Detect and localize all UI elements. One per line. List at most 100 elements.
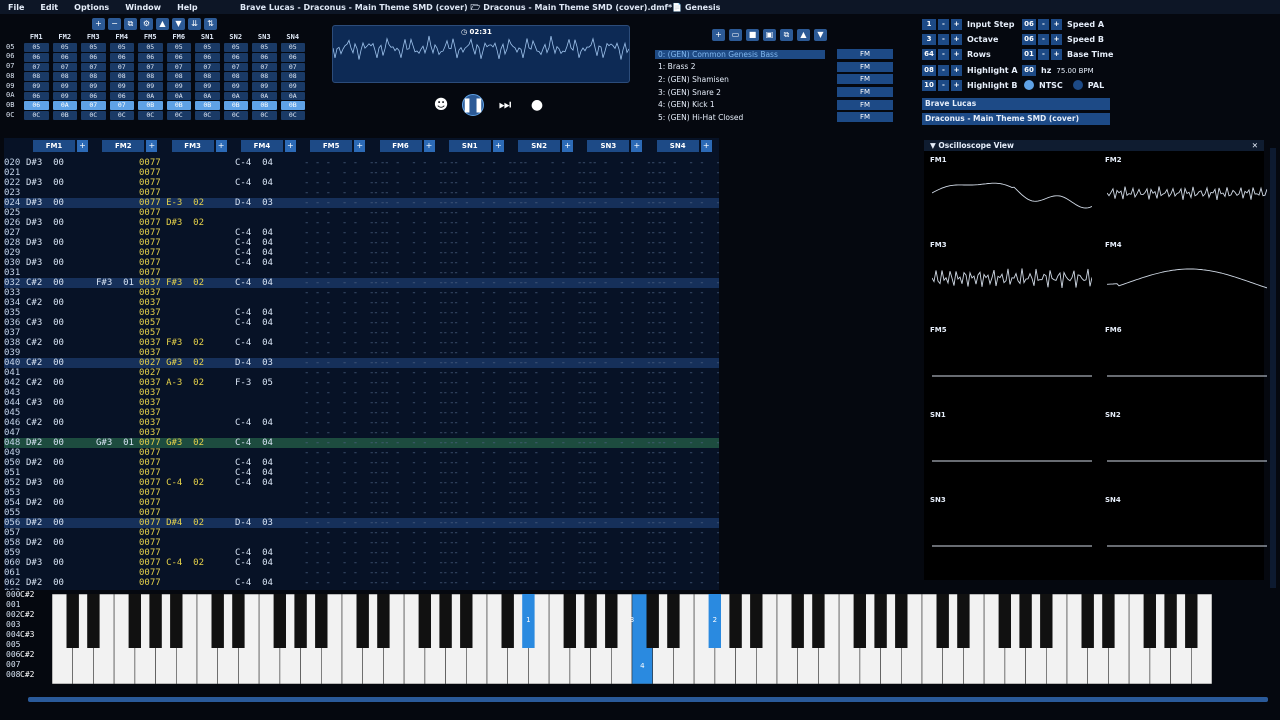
order-cell[interactable]: 08 bbox=[166, 72, 191, 82]
base-time-value[interactable]: 01 bbox=[1022, 49, 1036, 60]
order-cell[interactable]: 0C bbox=[280, 111, 305, 120]
pattern-cell[interactable]: C-4 04 bbox=[235, 178, 273, 188]
plus-button[interactable]: + bbox=[951, 49, 962, 60]
empty-cell[interactable]: - - - - - - - bbox=[651, 198, 720, 208]
minus-button[interactable]: - bbox=[938, 34, 949, 45]
empty-cell[interactable]: - - - - - - - bbox=[651, 578, 720, 588]
duplicate-order-icon[interactable]: ⧉ bbox=[124, 18, 137, 30]
pattern-cell[interactable]: 0057 bbox=[139, 328, 161, 338]
piano-keyboard[interactable]: 1 3 2 4 bbox=[51, 593, 1213, 685]
order-cell[interactable]: 05 bbox=[52, 43, 77, 52]
pattern-cell[interactable]: 0077 bbox=[139, 178, 161, 188]
open-folder-icon[interactable]: ▭ bbox=[729, 29, 742, 41]
order-cell[interactable]: 06 bbox=[24, 91, 49, 101]
empty-cell[interactable]: - - - - - - - bbox=[651, 288, 720, 298]
empty-cell[interactable]: - - - - - - - bbox=[651, 468, 720, 478]
pattern-cell[interactable]: D-4 03 bbox=[235, 198, 273, 208]
channel-name[interactable]: FM6 bbox=[379, 140, 422, 152]
order-cell[interactable]: 0C bbox=[195, 111, 220, 120]
duplicate-instrument-icon[interactable]: ⧉ bbox=[780, 29, 793, 41]
empty-cell[interactable]: - - - - - - - bbox=[651, 328, 720, 338]
pal-radio[interactable] bbox=[1072, 80, 1083, 90]
empty-cell[interactable]: - - - - - - - bbox=[651, 258, 720, 268]
order-cell[interactable]: 0C bbox=[138, 111, 163, 120]
order-cell[interactable]: 09 bbox=[195, 82, 220, 91]
pattern-row[interactable]: 030 D#3 00 0077 C-4 04- - - - - - -- - - - … bbox=[4, 258, 719, 268]
instrument-row[interactable]: 0: (GEN) Common Genesis Bass FM bbox=[655, 48, 905, 61]
menu-edit[interactable]: Edit bbox=[32, 3, 66, 12]
pattern-cell[interactable]: 0037 bbox=[139, 428, 161, 438]
piano-black-key[interactable] bbox=[853, 594, 866, 648]
order-cell[interactable]: 09 bbox=[52, 91, 77, 101]
pattern-row[interactable]: 023 0077- - - - - - -- - - - - - -- - - -… bbox=[4, 188, 719, 198]
pattern-row[interactable]: 051 0077 C-4 04- - - - - - -- - - - - - --… bbox=[4, 468, 719, 478]
order-cell[interactable]: 09 bbox=[81, 82, 106, 91]
order-cell[interactable]: 07 bbox=[24, 62, 49, 72]
pattern-cell[interactable]: 0037 bbox=[139, 298, 161, 308]
channel-expand-button[interactable]: + bbox=[631, 140, 643, 152]
order-cell[interactable]: 07 bbox=[280, 62, 305, 72]
plus-button[interactable]: + bbox=[1051, 19, 1062, 30]
empty-cell[interactable]: - - - - - - - bbox=[651, 388, 720, 398]
empty-cell[interactable]: - - - - - - - bbox=[651, 368, 720, 378]
piano-black-key[interactable] bbox=[1040, 594, 1053, 648]
empty-cell[interactable]: - - - - - - - bbox=[651, 418, 720, 428]
order-cell[interactable]: 06 bbox=[109, 91, 134, 101]
channel-name[interactable]: FM3 bbox=[171, 140, 214, 152]
pattern-cell[interactable]: D#3 00 bbox=[26, 478, 64, 488]
piano-black-key[interactable] bbox=[605, 594, 618, 648]
pattern-row[interactable]: 038 C#2 00 0037 F#3 02 C-4 04- - - - - - --… bbox=[4, 338, 719, 348]
pattern-cell[interactable]: C-4 04 bbox=[235, 158, 273, 168]
piano-black-key[interactable] bbox=[750, 594, 763, 648]
pattern-cell[interactable]: C-4 04 bbox=[235, 318, 273, 328]
empty-cell[interactable]: - - - - - - - bbox=[651, 528, 720, 538]
pattern-cell[interactable]: C-4 04 bbox=[235, 238, 273, 248]
order-cell[interactable]: 06 bbox=[223, 52, 248, 62]
channel-expand-button[interactable]: + bbox=[423, 140, 435, 152]
pattern-row[interactable]: 035 0037 C-4 04- - - - - - -- - - - - - --… bbox=[4, 308, 719, 318]
order-cell[interactable]: 06 bbox=[166, 52, 191, 62]
order-cell[interactable]: 0C bbox=[109, 111, 134, 120]
order-row[interactable]: 08 08 08 08 08 08 08 08 08 08 08 bbox=[4, 72, 307, 82]
channel-expand-button[interactable]: + bbox=[146, 140, 158, 152]
minus-button[interactable]: - bbox=[1038, 49, 1049, 60]
pattern-cell[interactable]: C#2 00 bbox=[26, 278, 64, 288]
piano-black-key[interactable] bbox=[1164, 594, 1177, 648]
pattern-cell[interactable]: 0077 bbox=[139, 268, 161, 278]
piano-black-key[interactable] bbox=[563, 594, 576, 648]
add-instrument-icon[interactable]: + bbox=[712, 29, 725, 41]
empty-cell[interactable]: - - - - - - - bbox=[651, 318, 720, 328]
order-cell[interactable]: 09 bbox=[24, 82, 49, 91]
plus-button[interactable]: + bbox=[1051, 34, 1062, 45]
plus-button[interactable]: + bbox=[951, 65, 962, 76]
piano-black-key[interactable] bbox=[356, 594, 369, 648]
pattern-cell[interactable]: 0077 bbox=[139, 528, 161, 538]
order-cell[interactable]: 08 bbox=[52, 72, 77, 82]
empty-cell[interactable]: - - - - - - - bbox=[651, 478, 720, 488]
order-cell[interactable]: 07 bbox=[138, 62, 163, 72]
pattern-cell[interactable]: C#2 00 bbox=[26, 358, 64, 368]
menu-window[interactable]: Window bbox=[117, 3, 169, 12]
pattern-cell[interactable]: 0077 bbox=[139, 488, 161, 498]
pattern-cell[interactable]: C#3 00 bbox=[26, 398, 64, 408]
pattern-cell[interactable]: 0077 bbox=[139, 448, 161, 458]
pattern-cell[interactable]: D#3 00 bbox=[26, 218, 64, 228]
pattern-cell[interactable]: C-4 04 bbox=[235, 468, 273, 478]
pattern-row[interactable]: 050 D#2 00 0077 C-4 04- - - - - - -- - - - … bbox=[4, 458, 719, 468]
speed-b-value[interactable]: 06 bbox=[1022, 34, 1036, 45]
order-cell[interactable]: 0A bbox=[52, 101, 77, 111]
channel-expand-button[interactable]: + bbox=[284, 140, 296, 152]
channel-header[interactable]: SN4 + bbox=[656, 140, 712, 152]
order-row[interactable]: 0B 06 0A 07 07 0B 0B 0B 0B 0B 0B bbox=[4, 101, 307, 111]
order-row[interactable]: 09 09 09 09 09 09 09 09 09 09 09 bbox=[4, 82, 307, 92]
pattern-row[interactable]: 029 0077 C-4 04- - - - - - -- - - - - - --… bbox=[4, 248, 719, 258]
empty-cell[interactable]: - - - - - - - bbox=[651, 398, 720, 408]
order-cell[interactable]: 0B bbox=[223, 101, 248, 111]
order-cell[interactable]: 08 bbox=[24, 72, 49, 82]
pattern-cell[interactable]: D#2 00 bbox=[26, 458, 64, 468]
channel-header[interactable]: FM1 + bbox=[33, 140, 88, 152]
pattern-cell[interactable]: 0077 C-4 02 bbox=[139, 478, 204, 488]
pattern-row[interactable]: 033 0037- - - - - - -- - - - - - -- - - -… bbox=[4, 288, 719, 298]
pattern-row[interactable]: 039 0037- - - - - - -- - - - - - -- - - -… bbox=[4, 348, 719, 358]
piano-black-key[interactable] bbox=[1185, 594, 1198, 648]
